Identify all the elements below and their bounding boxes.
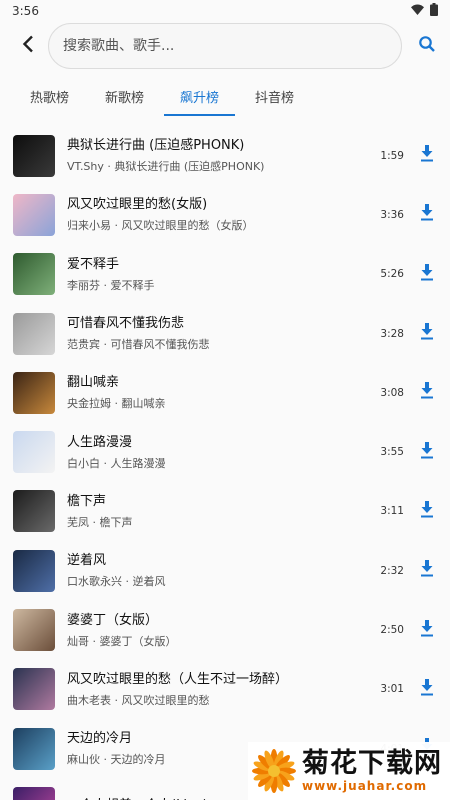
song-artist-album: 央金拉姆 · 翻山喊亲 [67,397,166,411]
battery-icon [430,3,438,19]
download-button[interactable] [418,145,436,167]
song-artist-album: 归来小易 · 风又吹过眼里的愁（女版） [67,219,254,233]
song-title: 檐下声 [67,493,107,509]
song-row[interactable]: 风又吹过眼里的愁（人生不过一场醉） 曲木老表 · 风又吹过眼里的愁 3:01 [0,660,450,719]
song-title: 典狱长进行曲 (压迫感PHONK) [67,138,245,154]
tab-hot[interactable]: 热歌榜 [12,72,87,120]
song-title: 翻山喊亲 [67,375,120,391]
song-duration: 3:28 [380,327,404,340]
download-icon [420,145,434,166]
song-list: 典狱长进行曲 (压迫感PHONK) VT.Shy · 典狱长进行曲 (压迫感PHO… [0,126,450,800]
download-icon [420,263,434,285]
song-row[interactable]: 婆婆丁（女版） 灿哥 · 婆婆丁（女版） 2:50 [0,600,450,659]
download-icon [420,500,434,522]
song-artist-album: 口水歌永兴 · 逆着风 [67,575,166,589]
status-time: 3:56 [12,4,39,18]
arrow-back-icon [22,35,34,57]
download-button[interactable] [418,500,436,522]
song-duration: 3:01 [380,683,404,696]
status-bar: 3:56 [0,0,450,22]
song-artist-album: 李丽芬 · 爱不释手 [67,278,155,292]
song-artist-album: 范贵宾 · 可惜春风不懂我伤悲 [67,338,210,352]
song-duration: 2:50 [380,624,404,637]
search-box[interactable] [48,23,402,69]
song-title: 可惜春风不懂我伤悲 [67,316,185,332]
song-artist-album: 曲木老表 · 风又吹过眼里的愁 [67,693,210,707]
download-button[interactable] [418,678,436,700]
download-icon [420,619,434,641]
album-cover [13,609,55,652]
song-duration: 1:59 [380,149,404,162]
song-artist-album: VT.Shy · 典狱长进行曲 (压迫感PHONK) [67,160,265,174]
song-row[interactable]: 人生路漫漫白小白 · 人生路漫漫 3:55 [0,422,450,481]
song-title: 风又吹过眼里的愁（人生不过一场醉） [67,671,289,687]
album-cover [13,134,55,177]
song-title: 逆着风 [67,553,107,569]
search-input[interactable] [63,38,387,54]
watermark-name: 菊花下载网 [302,748,442,779]
site-watermark: 菊花下载网 www.juahar.com [248,742,450,800]
album-cover [13,490,55,533]
download-icon [420,382,434,403]
album-cover [13,786,55,800]
album-cover [13,371,55,414]
tab-rising[interactable]: 飙升榜 [162,72,237,120]
album-cover [13,193,55,236]
album-cover [13,253,55,296]
search-button[interactable] [412,26,442,66]
song-duration: 3:08 [380,386,404,399]
download-button[interactable] [418,382,436,404]
song-artist-album: 灿哥 · 婆婆丁（女版） [67,634,177,648]
download-button[interactable] [418,619,436,641]
album-cover [13,431,55,474]
song-duration: 5:26 [380,268,404,281]
album-cover [13,727,55,770]
album-cover [13,668,55,711]
album-cover [13,549,55,592]
download-button[interactable] [418,560,436,582]
song-title: 人生路漫漫 [67,434,133,450]
status-icons [411,3,438,19]
download-icon [420,441,434,463]
download-icon [420,560,434,581]
top-bar [0,22,450,70]
download-button[interactable] [418,263,436,285]
song-row[interactable]: 风又吹过眼里的愁(女版) 归来小易 · 风又吹过眼里的愁（女版） 3:36 [0,185,450,244]
download-button[interactable] [418,323,436,345]
watermark-url: www.juahar.com [302,779,428,793]
song-duration: 3:11 [380,505,404,518]
song-duration: 2:32 [380,564,404,577]
song-duration: 3:36 [380,208,404,221]
download-button[interactable] [418,441,436,463]
download-button[interactable] [418,204,436,226]
song-artist-album: 芜凤 · 檐下声 [67,515,133,529]
album-cover [13,312,55,355]
song-title: 风又吹过眼里的愁(女版) [67,197,208,213]
search-icon [418,35,436,57]
download-icon [420,323,434,344]
song-row[interactable]: 檐下声芜凤 · 檐下声 3:11 [0,482,450,541]
song-row[interactable]: 逆着风口水歌永兴 · 逆着风 2:32 [0,541,450,600]
chrysanthemum-logo-icon [252,749,296,793]
song-row[interactable]: 爱不释手李丽芬 · 爱不释手 5:26 [0,245,450,304]
song-title: 婆婆丁（女版） [67,612,159,628]
song-row[interactable]: 可惜春风不懂我伤悲范贵宾 · 可惜春风不懂我伤悲 3:28 [0,304,450,363]
tab-douyin[interactable]: 抖音榜 [237,72,312,120]
download-icon [420,678,434,700]
chart-tabs: 热歌榜 新歌榜 飙升榜 抖音榜 [0,72,450,120]
song-duration: 3:55 [380,446,404,459]
song-row[interactable]: 典狱长进行曲 (压迫感PHONK) VT.Shy · 典狱长进行曲 (压迫感PHO… [0,126,450,185]
song-artist-album: 白小白 · 人生路漫漫 [67,456,166,470]
wifi-icon [411,4,424,18]
download-icon [420,204,434,225]
back-button[interactable] [14,26,42,66]
song-title: 爱不释手 [67,256,120,272]
tab-new[interactable]: 新歌榜 [87,72,162,120]
song-row[interactable]: 翻山喊亲央金拉姆 · 翻山喊亲 3:08 [0,363,450,422]
